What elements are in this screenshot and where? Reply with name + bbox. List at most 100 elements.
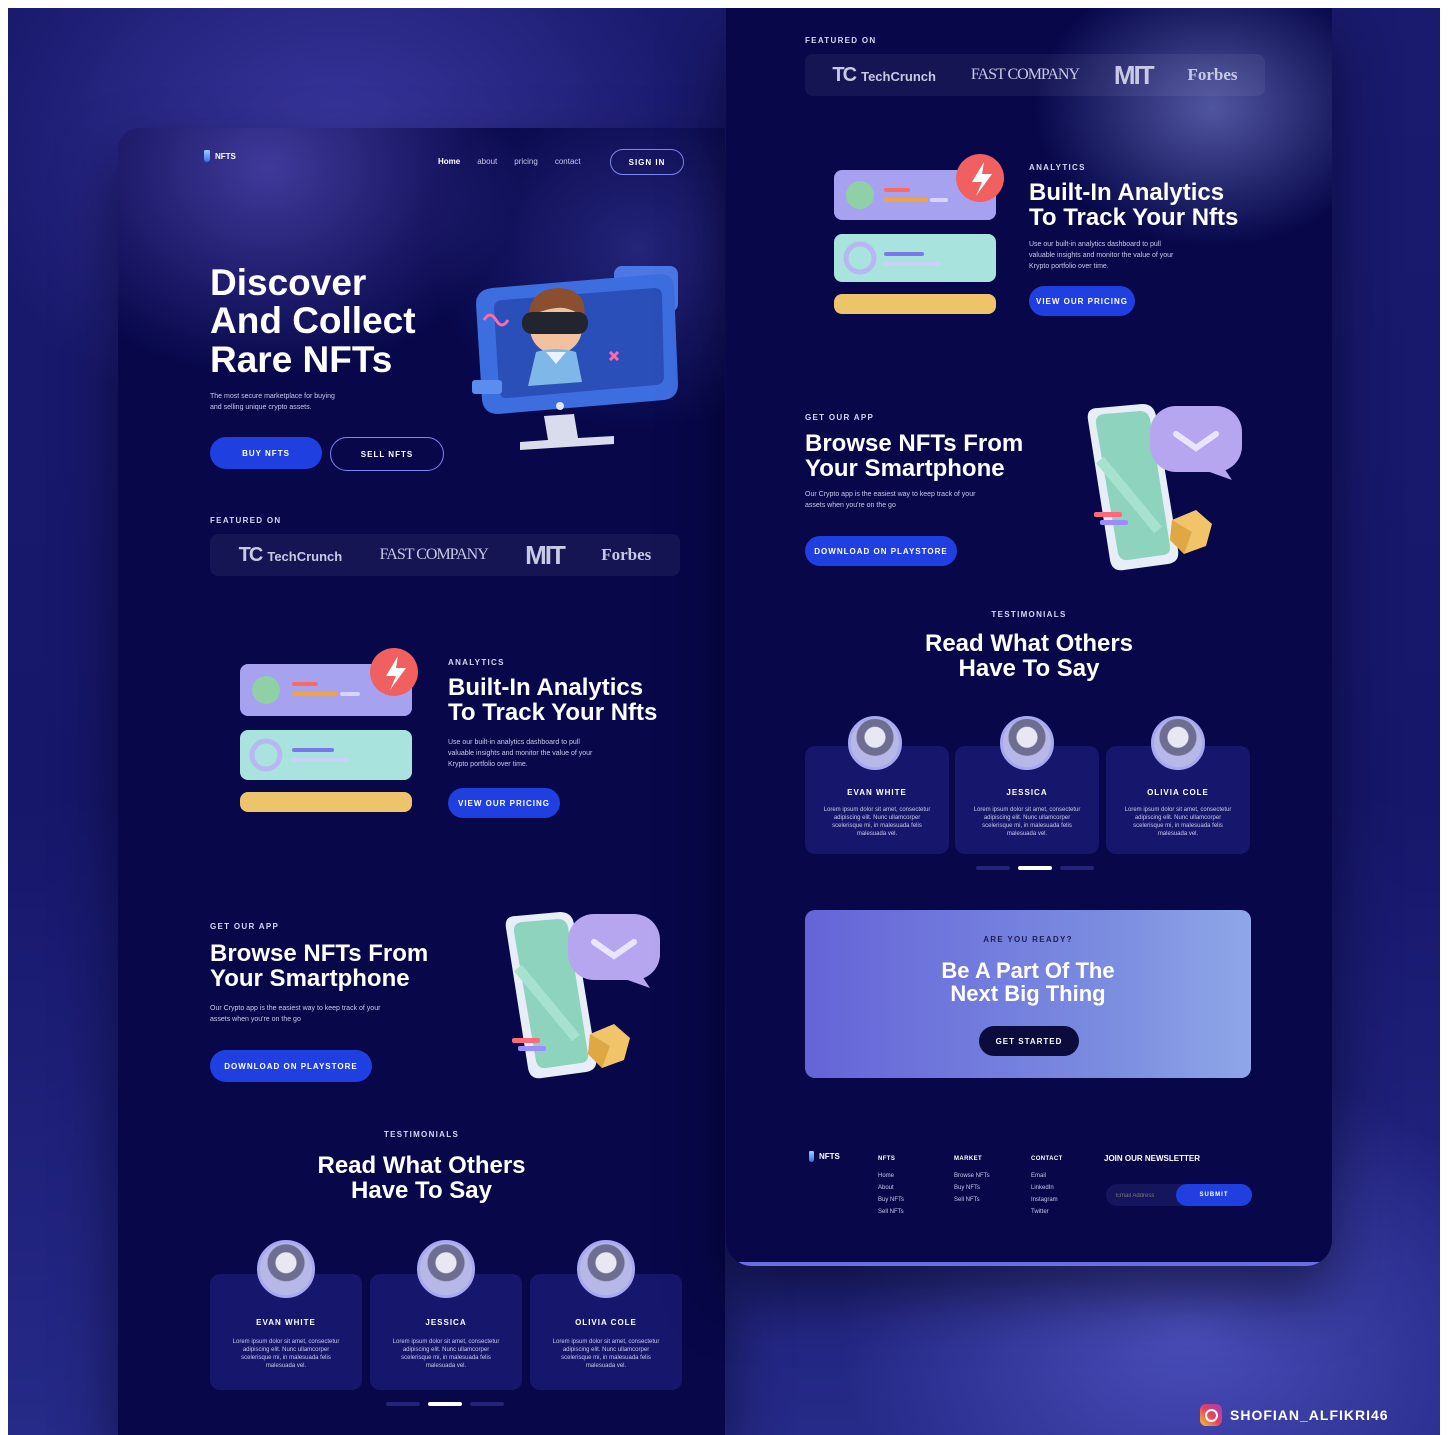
analytics-eyebrow: ANALYTICS: [448, 658, 505, 667]
app-title: Browse NFTs From Your Smartphone: [210, 940, 429, 992]
email-input[interactable]: [1114, 1188, 1178, 1204]
testimonials-title: Read What Others Have To Say: [317, 1152, 526, 1204]
footer-col-head: CONTACT: [1031, 1156, 1063, 1162]
smartphone-illustration: [505, 912, 660, 1079]
sell-nfts-button[interactable]: SELL NFTS: [330, 437, 444, 471]
buy-nfts-button[interactable]: BUY NFTS: [210, 437, 322, 469]
brand-logo[interactable]: NFTS: [204, 150, 236, 162]
testimonial-text: Lorem ipsum dolor sit amet, consectetur …: [1124, 807, 1232, 838]
footer-link[interactable]: Twitter: [1031, 1206, 1063, 1218]
testimonial-name: OLIVIA COLE: [1147, 788, 1209, 797]
testimonials-eyebrow: TESTIMONIALS: [383, 1130, 460, 1139]
forbes-logo: Forbes: [601, 545, 652, 564]
testimonial-name: JESSICA: [425, 1318, 467, 1327]
analytics-body: Use our built-in analytics dashboard to …: [1029, 241, 1174, 270]
app-body: Our Crypto app is the easiest way to kee…: [210, 1005, 381, 1023]
testimonial-name: EVAN WHITE: [847, 788, 907, 797]
vr-monitor-illustration: [472, 266, 678, 450]
footer-link[interactable]: About: [878, 1182, 904, 1194]
nav-about[interactable]: about: [477, 157, 497, 166]
instagram-credit: SHOFIAN_ALFIKRI46: [1200, 1404, 1389, 1426]
carousel-dots[interactable]: [386, 1402, 504, 1406]
footer-col-head: NFTS: [878, 1156, 896, 1162]
app-eyebrow: GET OUR APP: [805, 413, 875, 422]
app-body: Our Crypto app is the easiest way to kee…: [805, 491, 976, 509]
carousel-dots[interactable]: [976, 866, 1094, 870]
nav-contact[interactable]: contact: [555, 157, 581, 166]
footer-link[interactable]: Sell NFTs: [878, 1206, 904, 1218]
view-pricing-button[interactable]: VIEW OUR PRICING: [448, 788, 560, 818]
footer-link[interactable]: Browse NFTs: [954, 1170, 990, 1182]
footer-col-head: MARKET: [954, 1156, 983, 1162]
testimonial-name: OLIVIA COLE: [575, 1318, 637, 1327]
testimonials-title: Read What Others Have To Say: [924, 630, 1134, 682]
mit-logo: MIT: [525, 539, 566, 570]
drop-icon: [809, 1151, 814, 1162]
footer-col-market: MARKET Browse NFTs Buy NFTs Sell NFTs: [954, 1156, 990, 1206]
cta-title: Be A Part Of The Next Big Thing: [941, 958, 1115, 1006]
analytics-eyebrow: ANALYTICS: [1029, 163, 1086, 172]
testimonial-text: Lorem ipsum dolor sit amet, consectetur …: [552, 1339, 660, 1370]
footer-link[interactable]: Sell NFTs: [954, 1194, 990, 1206]
landing-page-top: NFTS Home about pricing contact SIGN IN …: [118, 128, 725, 1435]
avatar: [577, 1240, 635, 1298]
newsletter-form: SUBMIT: [1106, 1184, 1252, 1206]
hero-title: Discover And Collect Rare NFTs: [210, 262, 416, 380]
techcrunch-logo: TC TechCrunch: [238, 543, 343, 566]
testimonial-text: Lorem ipsum dolor sit amet, consectetur …: [232, 1339, 340, 1370]
submit-button[interactable]: SUBMIT: [1176, 1184, 1252, 1206]
cta-banner: ARE YOU READY? Be A Part Of The Next Big…: [805, 910, 1251, 1078]
press-logos: TC TechCrunch FAST COMPANY MIT Forbes: [805, 54, 1265, 96]
footer-col-contact: CONTACT Email LinkedIn Instagram Twitter: [1031, 1156, 1063, 1218]
presentation-background: NFTS Home about pricing contact SIGN IN …: [8, 8, 1440, 1435]
mit-logo: MIT: [1113, 59, 1155, 90]
footer-link[interactable]: Home: [878, 1170, 904, 1182]
avatar: [257, 1240, 315, 1298]
newsletter-title: JOIN OUR NEWSLETTER: [1104, 1154, 1201, 1163]
testimonial-text: Lorem ipsum dolor sit amet, consectetur …: [392, 1339, 500, 1370]
view-pricing-button[interactable]: VIEW OUR PRICING: [1029, 286, 1135, 316]
fast-company-logo: FAST COMPANY: [970, 66, 1080, 83]
fast-company-logo: FAST COMPANY: [379, 546, 489, 563]
analytics-cards-illustration: [240, 648, 418, 812]
nav-pricing[interactable]: pricing: [514, 157, 538, 166]
footer-col-nfts: NFTS Home About Buy NFTs Sell NFTs: [878, 1156, 904, 1218]
analytics-title: Built-In Analytics To Track Your Nfts: [448, 674, 658, 726]
cta-eyebrow: ARE YOU READY?: [983, 935, 1073, 944]
testimonial-name: JESSICA: [1006, 788, 1048, 797]
credit-handle: SHOFIAN_ALFIKRI46: [1230, 1407, 1389, 1423]
avatar: [1000, 716, 1054, 770]
testimonial-text: Lorem ipsum dolor sit amet, consectetur …: [823, 807, 931, 838]
top-nav: Home about pricing contact: [438, 157, 581, 166]
brand-name: NFTS: [819, 1152, 840, 1161]
techcrunch-logo: TC TechCrunch: [832, 63, 936, 86]
analytics-title: Built-In Analytics To Track Your Nfts: [1029, 179, 1239, 231]
get-started-button[interactable]: GET STARTED: [979, 1026, 1079, 1056]
avatar: [848, 716, 902, 770]
footer-link[interactable]: Email: [1031, 1170, 1063, 1182]
instagram-icon: [1200, 1404, 1222, 1426]
download-playstore-button[interactable]: DOWNLOAD ON PLAYSTORE: [210, 1050, 372, 1082]
testimonial-name: EVAN WHITE: [256, 1318, 316, 1327]
footer-link[interactable]: LinkedIn: [1031, 1182, 1063, 1194]
app-eyebrow: GET OUR APP: [210, 922, 280, 931]
footer-link[interactable]: Buy NFTs: [954, 1182, 990, 1194]
analytics-cards-illustration: [834, 154, 1004, 314]
testimonials-eyebrow: TESTIMONIALS: [991, 610, 1067, 619]
footer-link[interactable]: Buy NFTs: [878, 1194, 904, 1206]
brand-name: NFTS: [215, 151, 236, 161]
forbes-logo: Forbes: [1187, 65, 1238, 84]
featured-label: FEATURED ON: [210, 516, 282, 525]
avatar: [1151, 716, 1205, 770]
footer-link[interactable]: Instagram: [1031, 1194, 1063, 1206]
avatar: [417, 1240, 475, 1298]
analytics-body: Use our built-in analytics dashboard to …: [448, 739, 593, 768]
download-playstore-button[interactable]: DOWNLOAD ON PLAYSTORE: [805, 536, 957, 566]
hero-subtitle: The most secure marketplace for buying a…: [210, 393, 335, 411]
testimonial-text: Lorem ipsum dolor sit amet, consectetur …: [973, 807, 1081, 838]
featured-label: FEATURED ON: [805, 36, 877, 45]
nav-home[interactable]: Home: [438, 157, 460, 166]
press-logos: TC TechCrunch FAST COMPANY MIT Forbes: [210, 534, 680, 576]
sign-in-button[interactable]: SIGN IN: [610, 149, 684, 175]
footer-brand[interactable]: NFTS: [809, 1151, 840, 1162]
